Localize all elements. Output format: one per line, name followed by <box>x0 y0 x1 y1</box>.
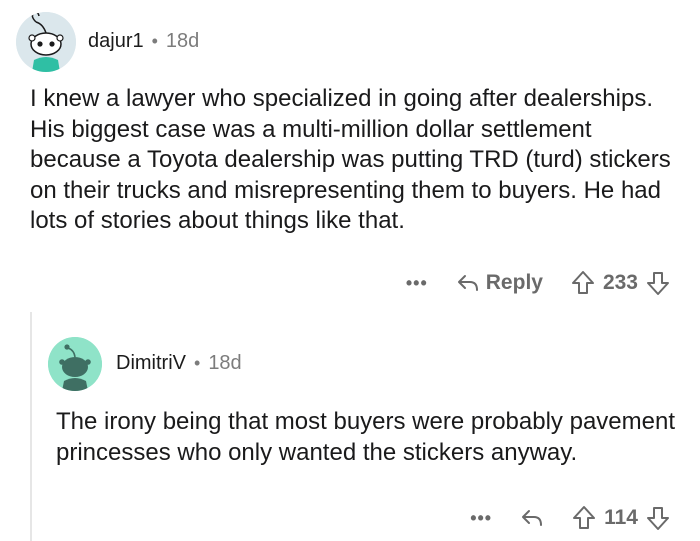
username[interactable]: DimitriV <box>116 352 186 375</box>
upvote-arrow-icon[interactable] <box>571 270 595 296</box>
comment-meta: dajur1 • 18d <box>88 30 199 53</box>
downvote-arrow-icon[interactable] <box>646 270 670 296</box>
comment-actions: ••• 114 <box>470 505 670 531</box>
reply-button[interactable]: Reply <box>456 271 543 295</box>
reply-arrow-icon <box>456 273 480 293</box>
username[interactable]: dajur1 <box>88 30 144 53</box>
more-options-button[interactable]: ••• <box>406 273 428 294</box>
comment-age: 18d <box>165 30 200 52</box>
reply-arrow-icon <box>520 508 544 528</box>
reply-button[interactable] <box>520 508 544 528</box>
comment-dajur1: dajur1 • 18d I knew a lawyer who special… <box>0 0 700 310</box>
comment-body: I knew a lawyer who specialized in going… <box>30 85 671 234</box>
avatar[interactable] <box>48 337 102 391</box>
reply-label: Reply <box>485 271 543 294</box>
comment-age: 18d <box>208 352 242 374</box>
meta-separator: • <box>194 353 201 373</box>
snoo-avatar-icon <box>16 12 76 72</box>
downvote-arrow-icon[interactable] <box>646 505 670 531</box>
vote-count: 233 <box>602 271 638 294</box>
comment-body: The irony being that most buyers were pr… <box>56 408 675 466</box>
snoo-avatar-icon <box>48 337 102 391</box>
more-options-button[interactable]: ••• <box>470 508 492 529</box>
upvote-arrow-icon[interactable] <box>572 505 596 531</box>
comment-actions: ••• Reply 233 <box>406 270 670 296</box>
meta-separator: • <box>151 31 158 51</box>
vote-count: 114 <box>604 506 638 529</box>
comment-meta: DimitriV • 18d <box>116 352 242 375</box>
avatar[interactable] <box>16 12 76 72</box>
